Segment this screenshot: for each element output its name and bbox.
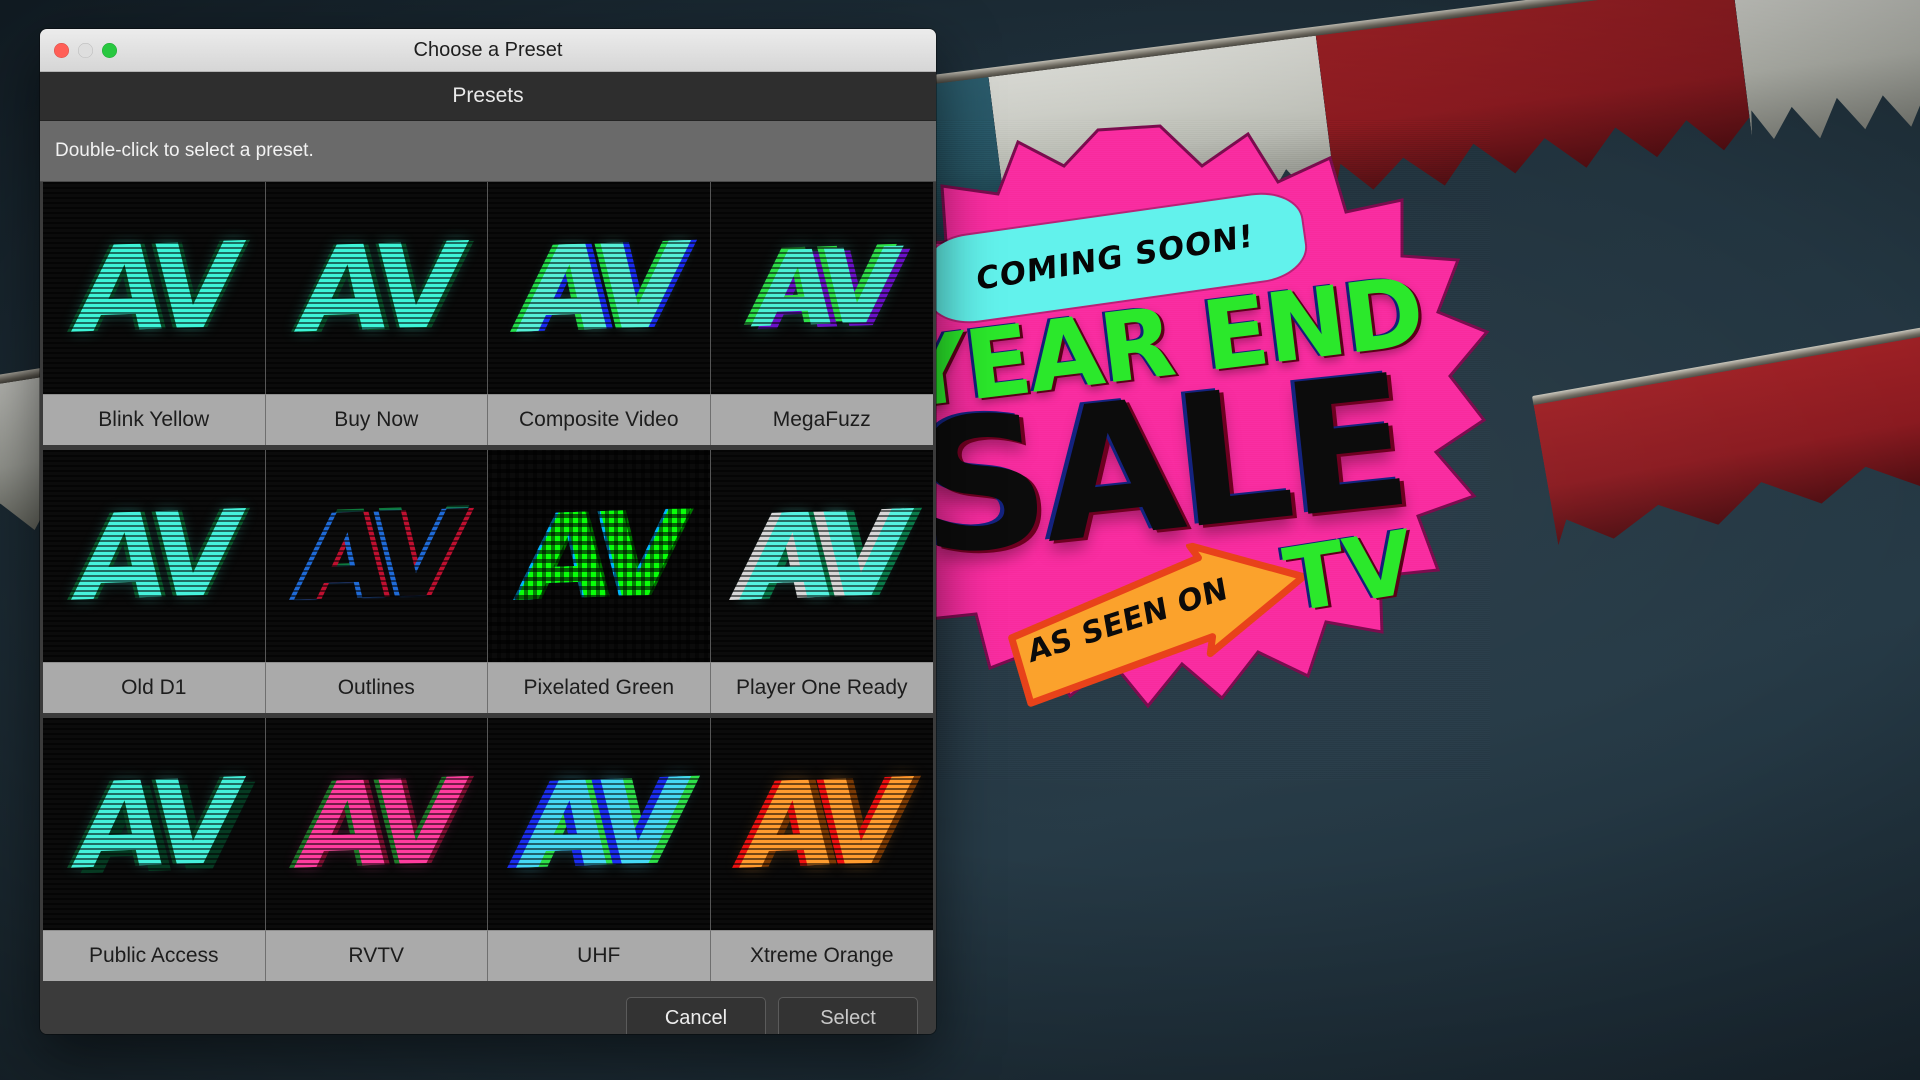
- presets-grid[interactable]: AV Blink Yellow AV Buy Now AV Composite …: [40, 182, 936, 981]
- preset-row: AV Old D1 AV Outlines AV Pixelated Green: [43, 450, 933, 713]
- preset-thumbnail[interactable]: AV: [265, 718, 488, 930]
- preset-item-outlines[interactable]: AV Outlines: [265, 450, 488, 713]
- av-logo-glyph: AV: [290, 752, 463, 896]
- preset-item-uhf[interactable]: AV UHF: [488, 718, 711, 981]
- window-title: Choose a Preset: [413, 39, 563, 61]
- av-logo-glyph: AV: [290, 484, 463, 628]
- preset-thumbnail[interactable]: AV: [710, 718, 933, 930]
- av-logo-glyph: AV: [735, 484, 908, 628]
- cancel-button[interactable]: Cancel: [626, 997, 766, 1034]
- preset-thumbnail[interactable]: AV: [43, 450, 266, 662]
- preset-label[interactable]: Old D1: [43, 662, 266, 713]
- preset-thumbnail[interactable]: AV: [43, 182, 266, 394]
- preset-label[interactable]: Buy Now: [265, 394, 488, 445]
- av-logo-glyph: AV: [735, 752, 908, 896]
- preset-row: AV Public Access AV RVTV AV UHF AV Xtrem…: [43, 718, 933, 981]
- hint-bar: Double-click to select a preset.: [40, 121, 936, 182]
- preset-label[interactable]: Pixelated Green: [488, 662, 711, 713]
- preset-label[interactable]: Composite Video: [488, 394, 711, 445]
- preset-item-public-access[interactable]: AV Public Access: [43, 718, 266, 981]
- preset-item-buy-now[interactable]: AV Buy Now: [265, 182, 488, 445]
- preset-thumbnail[interactable]: AV: [43, 718, 266, 930]
- preset-label[interactable]: Public Access: [43, 930, 266, 981]
- av-logo-glyph: AV: [290, 216, 463, 360]
- preset-thumbnail[interactable]: AV: [710, 450, 933, 662]
- preset-label[interactable]: Player One Ready: [710, 662, 933, 713]
- preset-thumbnail[interactable]: AV: [488, 182, 711, 394]
- close-button[interactable]: [54, 42, 69, 58]
- av-logo-glyph: AV: [746, 224, 897, 352]
- preset-label[interactable]: Outlines: [265, 662, 488, 713]
- preset-item-composite-video[interactable]: AV Composite Video: [488, 182, 711, 445]
- av-logo-glyph: AV: [512, 484, 685, 628]
- preset-item-rvtv[interactable]: AV RVTV: [265, 718, 488, 981]
- preset-item-megafuzz[interactable]: AV MegaFuzz: [710, 182, 933, 445]
- preset-thumbnail[interactable]: AV: [265, 450, 488, 662]
- av-logo-glyph: AV: [67, 216, 240, 360]
- hint-text: Double-click to select a preset.: [55, 140, 314, 161]
- preset-thumbnail[interactable]: AV: [710, 182, 933, 394]
- preset-label[interactable]: Blink Yellow: [43, 394, 266, 445]
- preset-thumbnail[interactable]: AV: [488, 718, 711, 930]
- preset-label[interactable]: MegaFuzz: [710, 394, 933, 445]
- tv-text: TV: [1277, 510, 1421, 633]
- av-logo-glyph: AV: [512, 752, 685, 896]
- presets-section-label: Presets: [452, 84, 524, 107]
- av-logo-glyph: AV: [67, 484, 240, 628]
- presets-section-header: Presets: [40, 72, 936, 121]
- preset-label[interactable]: RVTV: [265, 930, 488, 981]
- minimize-button[interactable]: [78, 42, 93, 58]
- av-logo-glyph: AV: [512, 216, 685, 360]
- dialog-titlebar[interactable]: Choose a Preset: [40, 29, 936, 72]
- preset-row: AV Blink Yellow AV Buy Now AV Composite …: [43, 182, 933, 445]
- select-button[interactable]: Select: [778, 997, 918, 1034]
- preset-thumbnail[interactable]: AV: [488, 450, 711, 662]
- dialog-footer: Cancel Select: [40, 981, 936, 1034]
- av-logo-glyph: AV: [67, 752, 240, 896]
- zoom-button[interactable]: [102, 42, 117, 58]
- preset-item-blink-yellow[interactable]: AV Blink Yellow: [43, 182, 266, 445]
- preset-thumbnail[interactable]: AV: [265, 182, 488, 394]
- preset-item-old-d1[interactable]: AV Old D1: [43, 450, 266, 713]
- preset-item-xtreme-orange[interactable]: AV Xtreme Orange: [710, 718, 933, 981]
- preset-item-player-one-ready[interactable]: AV Player One Ready: [710, 450, 933, 713]
- choose-a-preset-dialog: Choose a Preset Presets Double-click to …: [40, 29, 936, 1034]
- preset-label[interactable]: UHF: [488, 930, 711, 981]
- window-controls[interactable]: [54, 29, 117, 71]
- preset-item-pixelated-green[interactable]: AV Pixelated Green: [488, 450, 711, 713]
- preset-label[interactable]: Xtreme Orange: [710, 930, 933, 981]
